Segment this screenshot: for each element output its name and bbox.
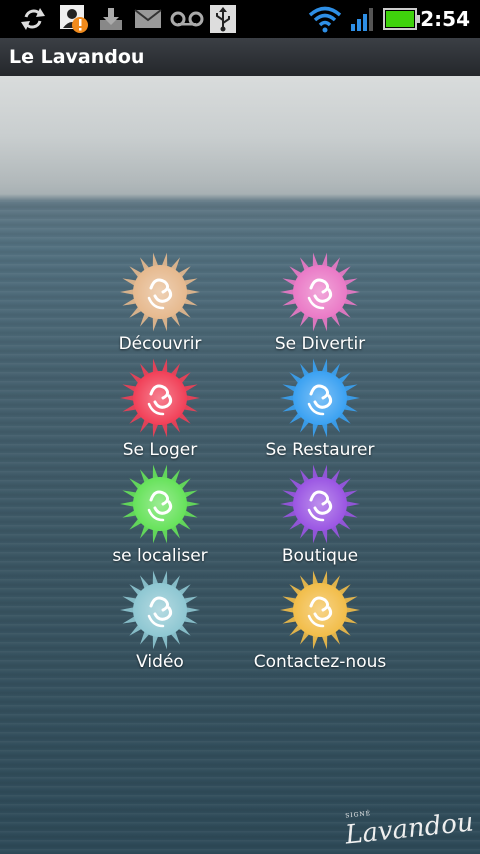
download-icon bbox=[98, 5, 124, 33]
sun-logo-icon bbox=[115, 358, 205, 438]
sync-icon bbox=[18, 5, 48, 33]
signal-icon bbox=[350, 5, 376, 33]
email-icon bbox=[134, 5, 162, 33]
status-time: 2:54 bbox=[420, 7, 470, 31]
wifi-icon bbox=[308, 5, 342, 33]
menu-item-label: Découvrir bbox=[118, 334, 202, 354]
menu-item-label: se localiser bbox=[112, 546, 208, 566]
title-bar: Le Lavandou bbox=[0, 38, 480, 77]
usb-icon bbox=[210, 5, 236, 33]
account-alert-icon bbox=[58, 5, 90, 33]
sun-logo-icon bbox=[115, 252, 205, 332]
voicemail-icon bbox=[170, 5, 204, 33]
menu-item-label: Vidéo bbox=[136, 652, 184, 672]
menu-item-se-divertir[interactable]: Se Divertir bbox=[230, 252, 410, 358]
menu-item-se-restaurer[interactable]: Se Restaurer bbox=[230, 358, 410, 464]
sun-logo-icon bbox=[115, 464, 205, 544]
battery-icon bbox=[383, 5, 421, 33]
menu-item-découvrir[interactable]: Découvrir bbox=[70, 252, 250, 358]
lavandou-signature-logo: SIGNÉ Lavandou bbox=[344, 807, 476, 851]
menu-item-vidéo[interactable]: Vidéo bbox=[70, 570, 250, 676]
status-bar: 2:54 bbox=[0, 0, 480, 38]
menu-item-contactez-nous[interactable]: Contactez-nous bbox=[230, 570, 410, 676]
sun-logo-icon bbox=[115, 570, 205, 650]
app-title: Le Lavandou bbox=[9, 46, 145, 68]
menu-item-label: Boutique bbox=[281, 546, 359, 566]
sun-logo-icon bbox=[275, 464, 365, 544]
menu-item-se-localiser[interactable]: se localiser bbox=[70, 464, 250, 570]
menu-item-label: Contactez-nous bbox=[253, 652, 387, 672]
menu-item-se-loger[interactable]: Se Loger bbox=[70, 358, 250, 464]
menu-item-label: Se Loger bbox=[122, 440, 198, 460]
menu-item-label: Se Divertir bbox=[274, 334, 366, 354]
menu-item-label: Se Restaurer bbox=[265, 440, 375, 460]
sun-logo-icon bbox=[275, 252, 365, 332]
menu-item-boutique[interactable]: Boutique bbox=[230, 464, 410, 570]
sun-logo-icon bbox=[275, 570, 365, 650]
sun-logo-icon bbox=[275, 358, 365, 438]
